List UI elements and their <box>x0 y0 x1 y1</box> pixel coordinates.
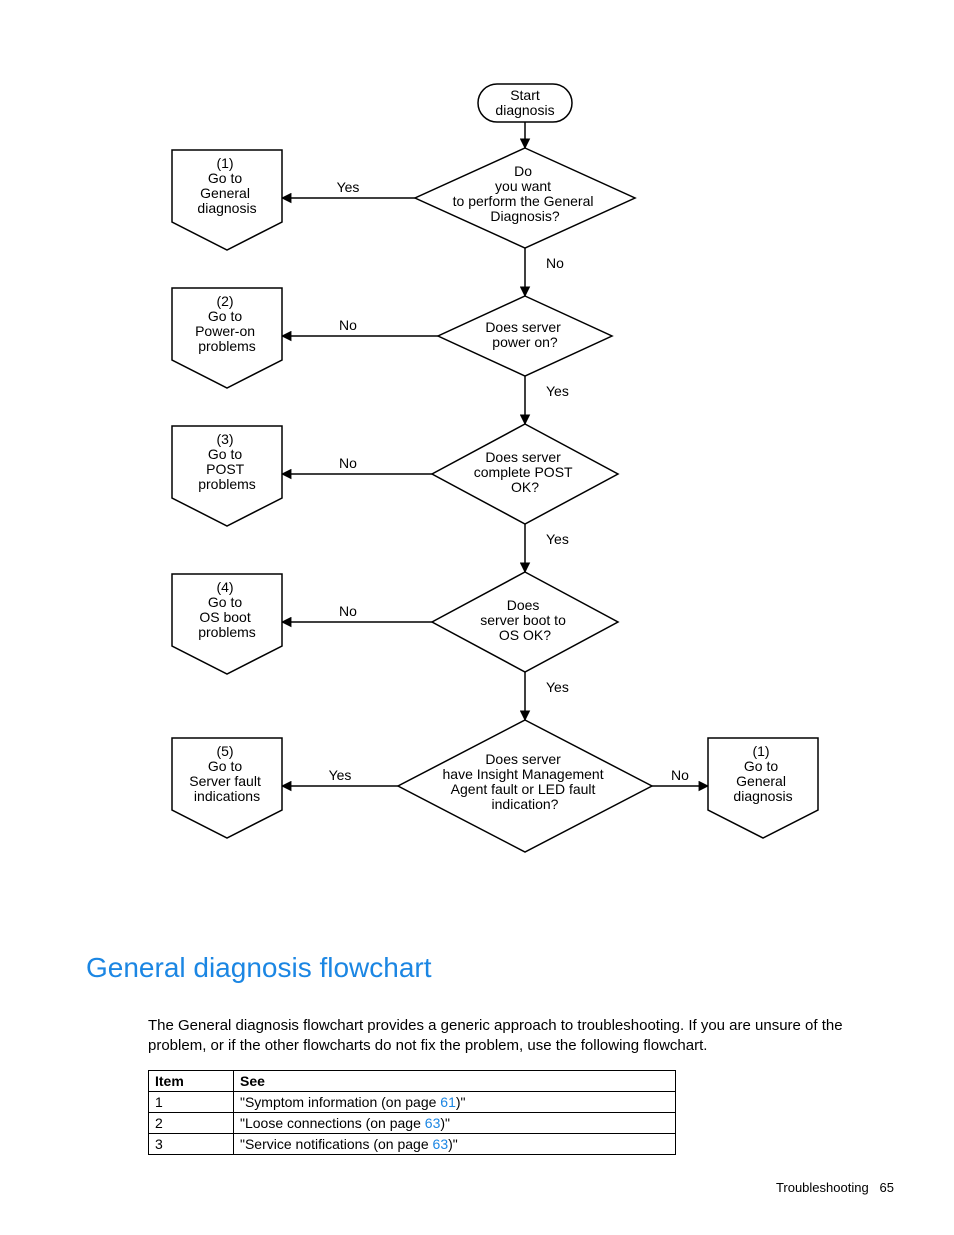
label-yes: Yes <box>337 179 360 195</box>
page-link[interactable]: 61 <box>440 1094 456 1110</box>
page-footer: Troubleshooting 65 <box>776 1180 894 1195</box>
label-no: No <box>339 603 357 619</box>
d2-text: Does server power on? <box>485 319 564 350</box>
label-yes: Yes <box>329 767 352 783</box>
label-yes: Yes <box>546 383 569 399</box>
table-row: 1 "Symptom information (on page 61)" <box>149 1092 676 1113</box>
label-no: No <box>671 767 689 783</box>
col-see-header: See <box>234 1071 676 1092</box>
offpage-server-fault: (5) Go to Server fault indications <box>172 738 282 838</box>
offpage-general-diagnosis: (1) Go to General diagnosis <box>172 150 282 250</box>
label-no: No <box>339 455 357 471</box>
section-heading: General diagnosis flowchart <box>86 952 432 984</box>
page-link[interactable]: 63 <box>433 1136 449 1152</box>
flowchart-svg: Startdiagnosis Do you want to perform th… <box>0 0 954 940</box>
label-no: No <box>546 255 564 271</box>
offpage-post: (3) Go to POST problems <box>172 426 282 526</box>
intro-paragraph: The General diagnosis flowchart provides… <box>148 1016 894 1057</box>
label-yes: Yes <box>546 679 569 695</box>
offpage-os-boot: (4) Go to OS boot problems <box>172 574 282 674</box>
page-link[interactable]: 63 <box>425 1115 441 1131</box>
reference-table: Item See 1 "Symptom information (on page… <box>148 1070 676 1155</box>
table-row: 2 "Loose connections (on page 63)" <box>149 1113 676 1134</box>
label-yes: Yes <box>546 531 569 547</box>
table-row: 3 "Service notifications (on page 63)" <box>149 1134 676 1155</box>
offpage-power-on: (2) Go to Power-on problems <box>172 288 282 388</box>
col-item-header: Item <box>149 1071 234 1092</box>
offpage-general-diagnosis-right: (1) Go to General diagnosis <box>708 738 818 838</box>
table-header-row: Item See <box>149 1071 676 1092</box>
label-no: No <box>339 317 357 333</box>
